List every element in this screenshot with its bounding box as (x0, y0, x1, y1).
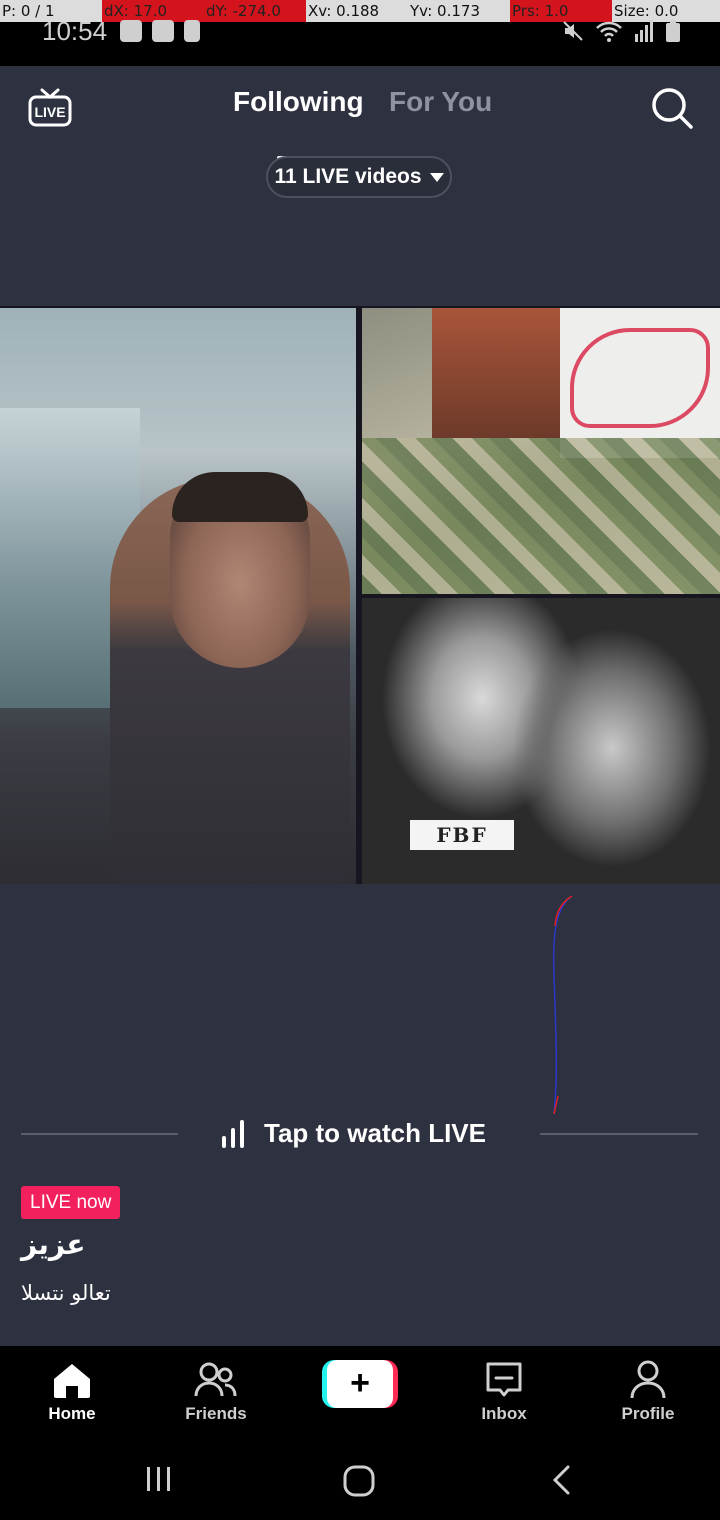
live-icon-label: LIVE (34, 104, 65, 120)
status-icons-left (120, 20, 200, 42)
debug-xv: Xv: 0.188 (306, 0, 408, 22)
search-icon[interactable] (650, 86, 694, 130)
main-host-stream[interactable] (0, 308, 356, 884)
nav-profile[interactable]: Profile (593, 1360, 703, 1424)
live-videos-count-label: 11 LIVE videos (274, 165, 422, 188)
create-button[interactable]: + (322, 1360, 398, 1408)
tab-for-you[interactable]: For You (389, 86, 492, 118)
profile-icon (630, 1360, 666, 1399)
tap-to-watch-label: Tap to watch LIVE (264, 1118, 486, 1148)
bottom-nav: Home Friends + Inbox Profile (0, 1346, 720, 1440)
pointer-debug-overlay: P: 0 / 1 dX: 17.0 dY: -274.0 Xv: 0.188 Y… (0, 0, 720, 22)
patterned-fabric-image (362, 438, 720, 594)
nav-friends[interactable]: Friends (161, 1360, 271, 1424)
debug-dy: dY: -274.0 (204, 0, 306, 22)
red-drawing-image (570, 328, 710, 428)
notification-icon (120, 20, 142, 42)
battery-icon (666, 20, 680, 42)
debug-dx: dX: 17.0 (102, 0, 204, 22)
mute-icon (563, 21, 583, 41)
shelf-image (432, 308, 562, 438)
stream-caption: تعالو نتسلا (21, 1281, 111, 1305)
home-icon (54, 1364, 90, 1398)
guest-stream-top[interactable] (362, 308, 720, 594)
caret-down-icon (429, 172, 444, 182)
live-bars-icon (222, 1119, 250, 1148)
nav-profile-label: Profile (621, 1404, 675, 1423)
smoke-image (512, 628, 712, 868)
nav-inbox[interactable]: Inbox (449, 1360, 559, 1424)
live-tv-icon[interactable]: LIVE (28, 88, 72, 128)
debug-yv: Yv: 0.173 (408, 0, 510, 22)
tap-to-watch-row[interactable]: Tap to watch LIVE (0, 1118, 720, 1150)
tab-following[interactable]: Following (233, 86, 364, 118)
host-hair-image (172, 472, 308, 522)
battery-saver-icon (184, 20, 200, 42)
streamer-username[interactable]: عزيز (21, 1228, 85, 1261)
live-videos-dropdown[interactable]: 11 LIVE videos (266, 156, 452, 198)
nav-home-label: Home (48, 1404, 96, 1423)
debug-prs: Prs: 1.0 (510, 0, 612, 22)
live-feed-screen: LIVE Following For You 11 LIVE videos FB… (0, 66, 720, 1346)
app-icon (152, 20, 174, 42)
signal-icon (635, 20, 653, 42)
plus-icon: + (327, 1360, 393, 1408)
divider-left (21, 1133, 178, 1135)
wifi-icon (596, 21, 622, 42)
touch-trace-line (552, 896, 573, 1115)
system-nav-bar (0, 1440, 720, 1520)
multi-guest-video-grid[interactable]: FBF (0, 306, 720, 884)
friends-icon (194, 1362, 237, 1397)
nav-friends-label: Friends (185, 1404, 247, 1423)
status-icons-right (562, 20, 680, 42)
recent-apps-icon[interactable] (144, 1464, 174, 1494)
tap-to-watch-button[interactable]: Tap to watch LIVE (222, 1118, 486, 1149)
guest-stream-bottom[interactable]: FBF (362, 598, 720, 884)
back-icon[interactable] (548, 1464, 576, 1496)
divider-right (540, 1133, 698, 1135)
status-bar: 10:54 (0, 16, 720, 66)
inbox-icon (486, 1362, 522, 1397)
fbf-overlay-text: FBF (410, 820, 514, 850)
nav-home[interactable]: Home (17, 1360, 127, 1424)
live-now-badge: LIVE now (21, 1186, 121, 1219)
nav-inbox-label: Inbox (481, 1404, 527, 1423)
status-time: 10:54 (42, 16, 108, 46)
home-button-icon[interactable] (342, 1464, 376, 1498)
debug-size: Size: 0.0 (612, 0, 720, 22)
